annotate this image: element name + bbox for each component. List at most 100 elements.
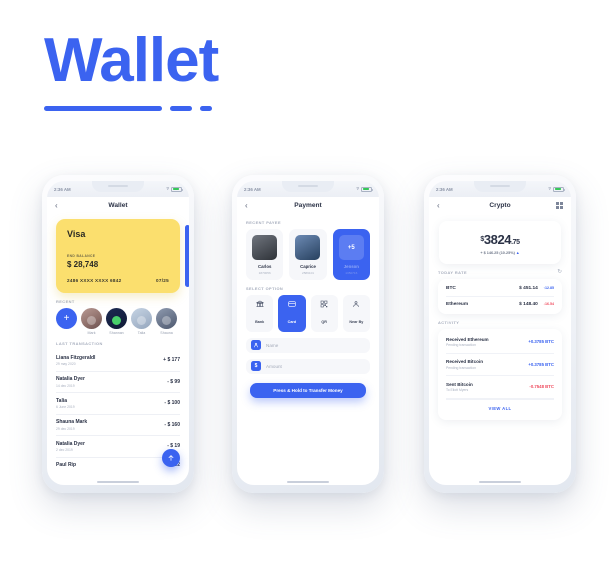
option-bank[interactable]: Bank <box>246 294 274 332</box>
payee-card-more[interactable]: +5 Jenson 1350716 <box>332 229 370 280</box>
dollar-icon: $ <box>251 361 261 371</box>
battery-icon <box>361 186 373 192</box>
payee-name: Caprice <box>300 264 316 269</box>
balance-change: + $ 146.25 (10.25%) ▲ <box>439 251 561 255</box>
tx-name: Shauna Mark <box>56 419 88 425</box>
transaction-list: Liana Fitzgeraldl 29 may 2020 + $ 177 Na… <box>56 350 180 473</box>
activity-sub: To Eliott Myers <box>446 388 469 392</box>
list-item[interactable]: Received Bitcoin Pending transaction +0.… <box>446 354 554 376</box>
payee-id: 1870056 <box>258 270 271 275</box>
table-row[interactable]: Natalia Dyer 14 dec 2019 - $ 99 <box>56 372 180 393</box>
contact-mark[interactable]: Mark <box>81 308 102 335</box>
tx-date: 29 may 2020 <box>56 362 76 366</box>
table-row[interactable]: Talia 6 June 2019 - $ 100 <box>56 393 180 415</box>
amount-field[interactable]: $ Amount <box>246 358 370 374</box>
list-item[interactable]: Received Ethereum Pending transaction +0… <box>446 331 554 354</box>
person-icon <box>251 340 261 350</box>
payee-photo <box>252 235 278 260</box>
phone-mockup-wallet: 2:36 AM ▿ ‹ Wallet Visa END BALANCE $ 28… <box>42 175 194 493</box>
activity-sub: Pending transaction <box>446 343 476 347</box>
card-number: 2486 XXXX XXXX 6842 <box>67 278 122 283</box>
rate-delta: ↓16.54 <box>543 302 554 306</box>
option-nearby[interactable]: Near By <box>342 294 370 332</box>
card-balance-label: END BALANCE <box>67 254 96 258</box>
status-bar: 2:36 AM ▿ <box>237 181 379 197</box>
rate-value: $ 451.14 <box>519 286 538 291</box>
refresh-icon[interactable]: ↻ <box>557 269 562 275</box>
balance-card: $3824.75 + $ 146.25 (10.25%) ▲ <box>439 221 561 264</box>
tx-amount: - $ 160 <box>164 421 180 428</box>
activity-title: Sent Bitcoin <box>446 381 473 387</box>
table-row[interactable]: Shauna Mark 29 dec 2019 - $ 160 <box>56 415 180 436</box>
list-item[interactable]: Sent Bitcoin To Eliott Myers -0.7548 BTC <box>446 376 554 399</box>
notch <box>474 181 526 192</box>
payee-more-badge: +5 <box>338 235 364 260</box>
next-card-edge[interactable] <box>185 225 189 287</box>
bank-icon <box>246 300 273 310</box>
credit-card[interactable]: Visa END BALANCE $ 28,748 2486 XXXX XXXX… <box>56 219 189 293</box>
rule-long <box>44 106 162 111</box>
payee-id: 1350716 <box>345 270 358 275</box>
avatar <box>81 308 102 329</box>
table-row[interactable]: Natalia Dyer 2 dec 2019 - $ 19 <box>56 436 180 458</box>
rate-name: BTC <box>446 286 456 291</box>
balance-change-text: + $ 146.25 (10.25%) <box>480 251 515 255</box>
home-indicator <box>97 480 139 483</box>
tx-name: Talia <box>56 397 68 404</box>
screen-payment: 2:36 AM ▿ ‹ Payment RECENT PAYEE Carlos … <box>237 181 379 485</box>
contact-shannan[interactable]: Shannan <box>106 308 127 335</box>
table-row[interactable]: Liana Fitzgeraldl 29 may 2020 + $ 177 <box>56 350 180 372</box>
payee-card-caprice[interactable]: Caprice 2589101 <box>289 229 327 280</box>
add-contact-button[interactable]: + <box>56 308 77 329</box>
option-qr[interactable]: QR <box>310 294 338 332</box>
transfer-money-button[interactable]: Press & Hold to Transfer Money <box>250 382 366 398</box>
app-bar-payment: ‹ Payment <box>237 197 379 214</box>
card-icon <box>278 300 305 310</box>
name-field[interactable]: Name <box>246 337 370 353</box>
select-option-label: SELECT OPTION <box>246 285 284 291</box>
payee-card-carlos[interactable]: Carlos 1870056 <box>246 229 284 280</box>
contact-shauna[interactable]: Shauna <box>156 308 177 335</box>
rate-delta: ↑12.85 <box>543 286 554 290</box>
tx-amount: - $ 99 <box>167 378 180 385</box>
option-label: Bank <box>255 319 265 324</box>
rate-value: $ 148.40 <box>519 302 538 307</box>
tx-amount: + $ 177 <box>163 357 180 364</box>
plus-icon: + <box>56 308 77 329</box>
recent-payee-label: RECENT PAYEE <box>246 220 282 225</box>
payee-photo <box>295 235 321 260</box>
rate-name: Ethereum <box>446 302 469 307</box>
screen-crypto: 2:36 AM ▿ ‹ Crypto $3824.75 + $ 146.25 (… <box>429 181 571 485</box>
total-balance: $3824.75 <box>439 232 561 247</box>
status-time: 2:36 AM <box>54 186 71 192</box>
app-bar-crypto: ‹ Crypto <box>429 197 571 214</box>
payee-name: Carlos <box>257 264 272 269</box>
status-time: 2:36 AM <box>244 186 261 192</box>
qr-scan-icon[interactable] <box>555 201 563 210</box>
send-icon[interactable] <box>162 449 180 467</box>
avatar <box>131 308 152 329</box>
table-row[interactable]: Ethereum $ 148.40 ↓16.54 <box>446 297 554 312</box>
status-time: 2:36 AM <box>436 186 453 192</box>
view-all-button[interactable]: VIEW ALL <box>446 398 554 418</box>
status-bar: 2:36 AM ▿ <box>47 181 189 197</box>
today-rate-label: TODAY RATE <box>438 270 468 275</box>
nearby-icon <box>343 300 370 310</box>
contact-talia[interactable]: Talia <box>131 308 152 335</box>
avatar <box>156 308 177 329</box>
table-row[interactable]: BTC $ 451.14 ↑12.85 <box>446 281 554 297</box>
title-underline <box>44 106 218 111</box>
wifi-icon: ▿ <box>166 186 169 192</box>
card-expiry: 07/25 <box>156 278 169 283</box>
tx-date: 2 dec 2019 <box>56 448 73 452</box>
activity-value: -0.7548 BTC <box>529 384 554 390</box>
activity-panel: Received Ethereum Pending transaction +0… <box>438 329 562 420</box>
phone-mockup-crypto: 2:36 AM ▿ ‹ Crypto $3824.75 + $ 146.25 (… <box>424 175 576 493</box>
transactions-label: LAST TRANSACTION <box>56 341 103 346</box>
option-card[interactable]: Card <box>278 294 306 332</box>
option-label: Near By <box>349 319 364 324</box>
home-indicator <box>287 480 329 483</box>
tx-name: Liana Fitzgeraldl <box>56 354 96 361</box>
tx-amount: - $ 100 <box>164 400 180 407</box>
balance-decimal: .75 <box>511 239 520 246</box>
